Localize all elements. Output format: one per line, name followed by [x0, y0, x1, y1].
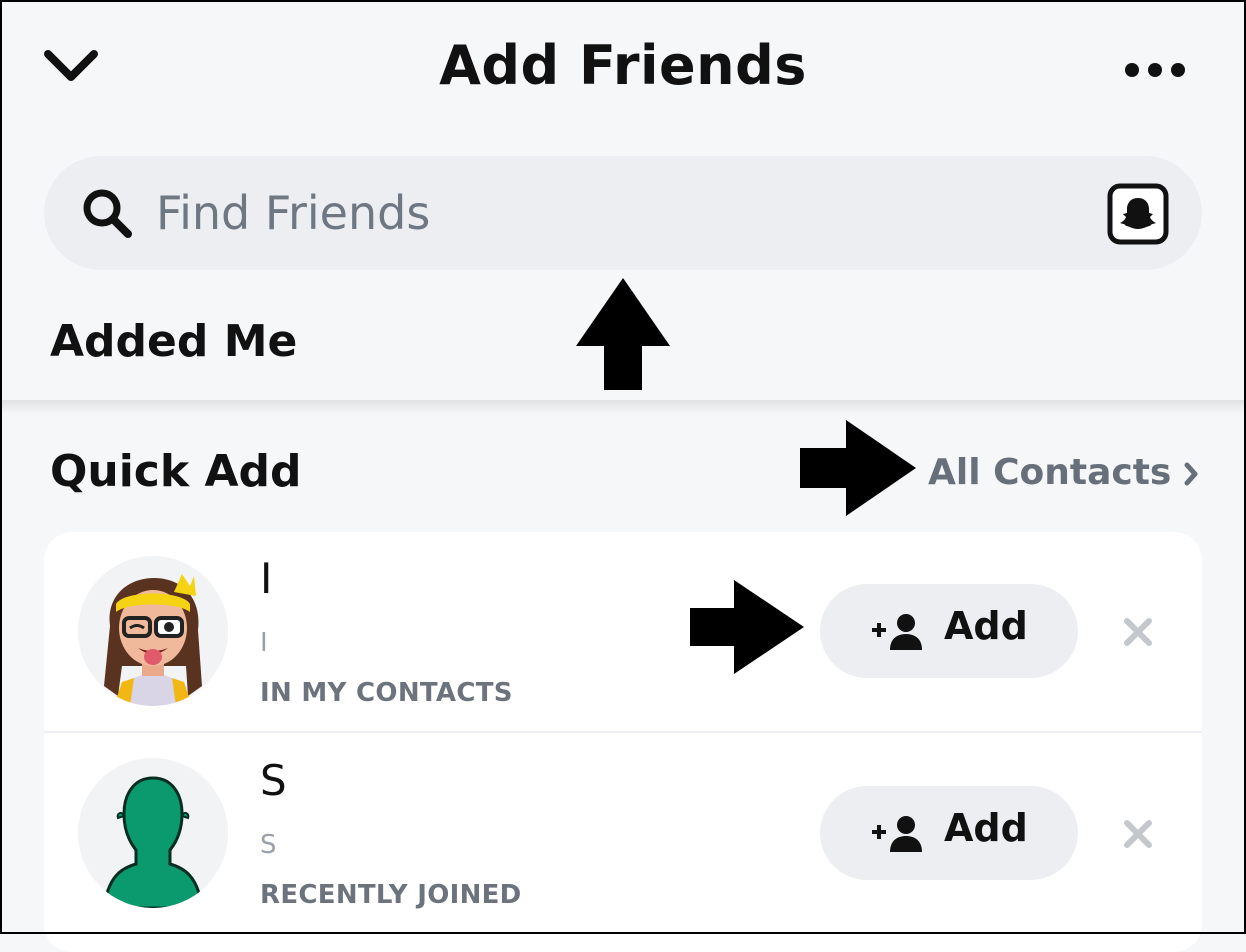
friend-username: I — [260, 628, 268, 658]
add-friend-icon — [872, 816, 922, 852]
bitmoji-avatar-image — [78, 556, 228, 706]
annotation-arrow-up — [576, 278, 670, 390]
page-title: Add Friends — [439, 34, 807, 97]
default-silhouette-avatar[interactable] — [78, 758, 228, 908]
silhouette-avatar-image — [78, 758, 228, 908]
list-item[interactable]: S S RECENTLY JOINED Add — [44, 734, 1202, 934]
section-title-quick-add: Quick Add — [50, 446, 302, 497]
close-icon[interactable] — [1122, 616, 1154, 648]
annotation-arrow-right — [690, 580, 804, 674]
search-bar[interactable] — [44, 156, 1202, 270]
annotation-arrow-right — [800, 420, 916, 516]
all-contacts-link[interactable]: All Contacts — [928, 452, 1199, 493]
divider — [44, 731, 1202, 733]
add-friend-icon — [872, 614, 922, 650]
bitmoji-avatar[interactable] — [78, 556, 228, 706]
section-title-added-me: Added Me — [50, 316, 298, 367]
quick-add-list: I I IN MY CONTACTS Add S S RECENTLY JOIN… — [44, 532, 1202, 952]
close-icon[interactable] — [1122, 818, 1154, 850]
friend-display-name: S — [260, 756, 287, 805]
add-friend-button[interactable]: Add — [820, 786, 1078, 880]
search-input[interactable] — [156, 178, 1056, 248]
friend-reason: IN MY CONTACTS — [260, 678, 513, 708]
friend-display-name: I — [260, 554, 273, 603]
more-horizontal-icon[interactable] — [1122, 58, 1188, 82]
friend-username: S — [260, 830, 277, 860]
search-icon — [83, 189, 132, 238]
list-item[interactable]: I I IN MY CONTACTS Add — [44, 532, 1202, 733]
header-shadow — [0, 400, 1246, 414]
friend-reason: RECENTLY JOINED — [260, 880, 522, 910]
all-contacts-label: All Contacts — [928, 452, 1172, 493]
snapcode-icon[interactable] — [1106, 182, 1170, 246]
add-friend-button[interactable]: Add — [820, 584, 1078, 678]
add-label: Add — [944, 806, 1028, 850]
chevron-right-icon — [1184, 462, 1198, 486]
add-label: Add — [944, 604, 1028, 648]
